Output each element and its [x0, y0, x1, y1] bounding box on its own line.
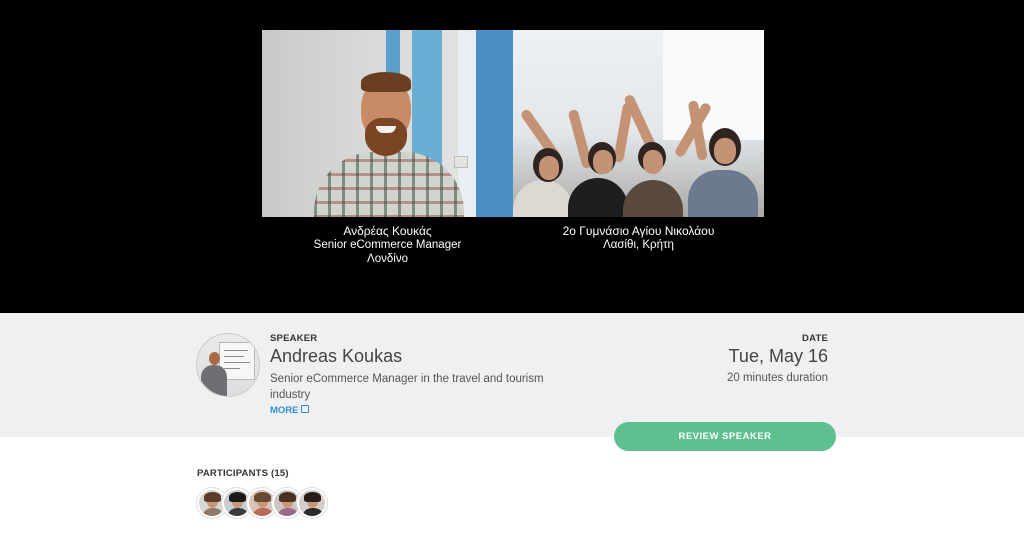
speaker-avatar — [196, 333, 260, 397]
video-classroom-name: 2ο Γυμνάσιο Αγίου Νικολάου — [562, 224, 715, 238]
external-link-icon — [300, 405, 309, 413]
more-link[interactable]: MORE — [270, 405, 309, 416]
participants-label: PARTICIPANTS (15) — [197, 468, 289, 479]
more-link-label: MORE — [270, 405, 299, 416]
speaker-video-caption: Ανδρέας Κουκάς Senior eCommerce Manager … — [262, 224, 513, 266]
speaker-label: SPEAKER — [270, 333, 318, 344]
participant-avatar[interactable] — [297, 488, 327, 518]
video-speaker-name: Ανδρέας Κουκάς — [343, 224, 432, 238]
video-speaker-location: Λονδίνο — [367, 253, 408, 265]
speaker-description: Senior eCommerce Manager in the travel a… — [270, 373, 544, 401]
video-tile-speaker — [262, 30, 513, 217]
speaker-name: Andreas Koukas — [270, 346, 403, 366]
review-speaker-button[interactable]: REVIEW SPEAKER — [614, 422, 836, 451]
video-speaker-role: Senior eCommerce Manager — [313, 239, 462, 251]
video-call-area: Ανδρέας Κουκάς Senior eCommerce Manager … — [0, 0, 1024, 313]
date-label: DATE — [802, 333, 828, 344]
classroom-video-caption: 2ο Γυμνάσιο Αγίου Νικολάου Λασίθι, Κρήτη — [513, 224, 764, 252]
date-value: Tue, May 16 — [728, 346, 828, 366]
duration-text: 20 minutes duration — [726, 372, 828, 384]
video-tile-classroom — [513, 30, 764, 217]
video-classroom-location: Λασίθι, Κρήτη — [603, 239, 674, 251]
